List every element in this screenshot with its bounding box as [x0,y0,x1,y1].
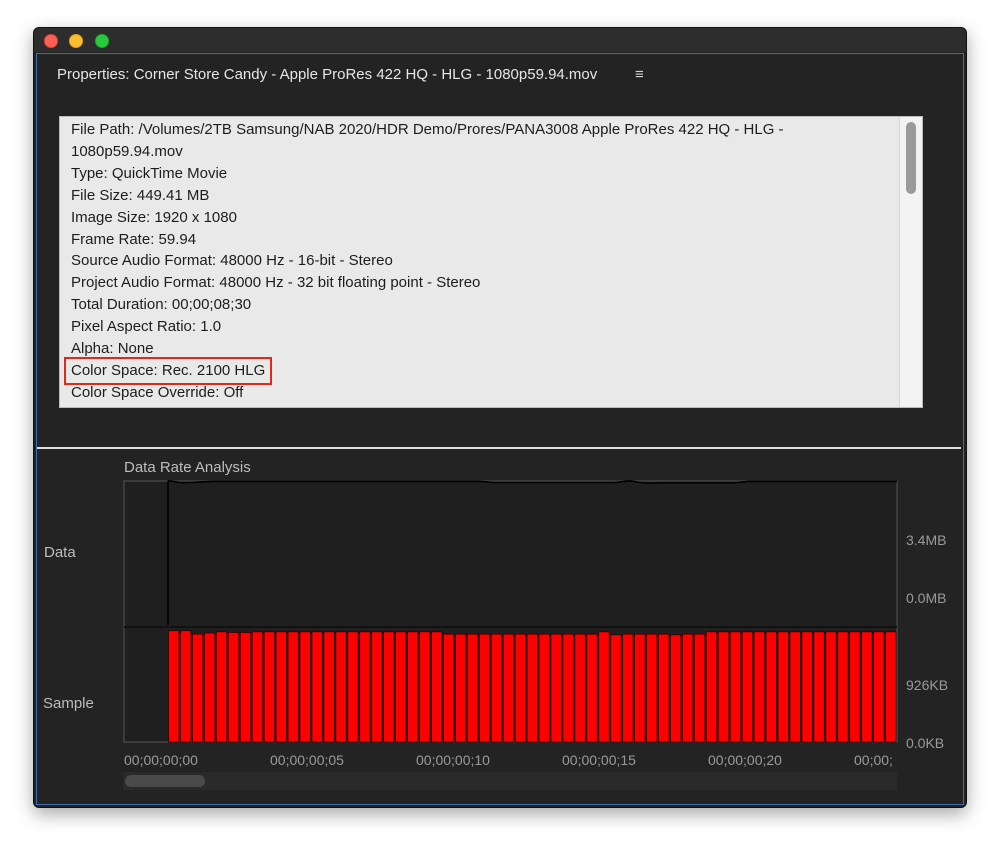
sample-axis-tick-low: 0.0KB [906,735,944,751]
sample-bar [407,631,419,743]
sample-bar [335,631,347,743]
sample-bar [490,633,503,743]
sample-bar [347,631,359,743]
sample-bar [837,631,849,743]
x-axis-tick-label: 00;00;00;10 [416,752,490,768]
x-axis-tick-label: 00;00;00;15 [562,752,636,768]
sample-bar [299,631,311,743]
sample-bar [825,631,837,743]
sample-bar [634,633,646,743]
sample-bar [502,633,514,743]
sample-bar [442,633,455,743]
sample-bar [395,631,407,743]
sample-bar [526,633,538,743]
sample-bar [227,632,240,743]
sample-bar [693,633,706,743]
sample-bar [168,630,180,743]
sample-bar [203,632,216,743]
sample-bar [717,631,730,743]
sample-bar [598,631,610,743]
sample-bar [311,631,323,743]
sample-bar [431,631,443,743]
data-rate-chart: 3.4MB0.0MB926KB0.0KB00;00;00;00 00;00;00;… [123,479,948,768]
sample-bar [466,633,479,743]
sample-bar [287,631,299,743]
sample-bar [454,633,467,743]
x-axis-tick-label: 00;00;00;20 [708,752,782,768]
sample-bar [275,631,287,743]
sample-bar [586,633,598,743]
sample-bar [849,631,861,743]
sample-bar [646,633,658,743]
sample-bar [658,633,670,743]
sample-bar [729,631,742,743]
data-axis-tick-low: 0.0MB [906,590,946,606]
sample-bar [765,631,777,743]
x-axis-tick-label: 00;00;00;05 [270,752,344,768]
sample-bar [861,631,873,743]
sample-bar [813,631,825,743]
x-axis-tick-label: 00;00; [854,752,893,768]
properties-window: Properties: Corner Store Candy - Apple P… [33,27,967,808]
horizontal-scroll-thumb[interactable] [125,775,205,787]
horizontal-scrollbar[interactable] [123,772,897,790]
sample-bar [383,631,395,743]
sample-bar [514,633,526,743]
sample-bar [741,631,753,743]
sample-bar [562,633,574,743]
sample-axis-tick-high: 926KB [906,677,948,693]
sample-bar [705,631,718,743]
sample-bar [574,633,586,743]
sample-bar [263,631,275,743]
sample-bar [681,633,694,743]
sample-bar [192,633,204,743]
sample-bar [610,634,622,743]
sample-bar [550,633,562,743]
sample-bar [419,631,431,743]
sample-bar [670,634,682,743]
sample-bar [801,631,813,743]
data-axis-tick-high: 3.4MB [906,532,946,548]
sample-bar [323,631,335,743]
sample-bar [478,633,491,743]
sample-bar [359,631,371,743]
sample-bar [885,631,897,743]
sample-bar [873,631,885,743]
sample-bar [180,630,192,743]
sample-bar [251,631,264,743]
sample-bar [538,633,550,743]
sample-bar [789,631,801,743]
sample-bar [239,632,252,743]
sample-bar [371,631,383,743]
x-axis-tick-label: 00;00;00;00 [124,752,198,768]
sample-bar [753,631,765,743]
sample-bar [622,633,634,743]
sample-bar [777,631,789,743]
sample-bar [215,631,228,743]
